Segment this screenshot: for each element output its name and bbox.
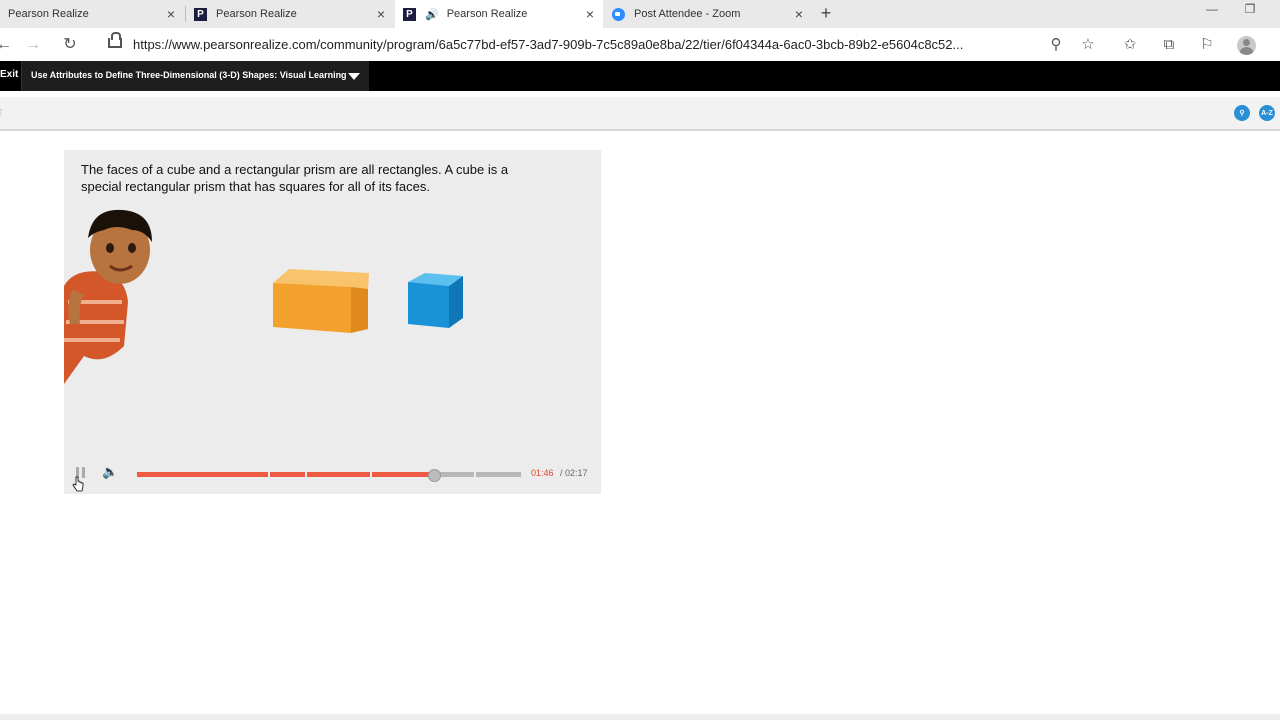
boy-character-image (64, 209, 152, 384)
zoom-magnifier-icon[interactable]: ⚲ (1046, 35, 1066, 55)
tab-label: Pearson Realize (8, 8, 89, 20)
video-player[interactable]: The faces of a cube and a rectangular pr… (64, 150, 601, 494)
back-icon[interactable]: ← (0, 35, 14, 55)
toolbar-left-icon[interactable]: ◐ (0, 103, 4, 119)
favorite-star-icon[interactable]: ☆ (1078, 35, 1098, 55)
seek-handle[interactable] (428, 469, 441, 482)
tab-label: Pearson Realize (216, 8, 297, 20)
feedback-icon[interactable]: ⚐ (1197, 35, 1217, 55)
browser-tab-strip: Pearson Realize × P Pearson Realize × P … (0, 0, 1280, 28)
lesson-bar: Exit Use Attributes to Define Three-Dime… (0, 61, 1280, 91)
seek-progress (137, 472, 434, 477)
profile-avatar[interactable] (1237, 36, 1256, 55)
minimize-window-icon[interactable]: — (1202, 2, 1222, 20)
pearson-logo-icon: P (403, 7, 416, 21)
tab-label: Pearson Realize (446, 8, 528, 20)
tab-zoom[interactable]: Post Attendee - Zoom × (604, 0, 812, 28)
new-tab-icon[interactable]: + (817, 4, 835, 22)
url-field[interactable]: https://www.pearsonrealize.com/community… (133, 37, 1035, 52)
address-bar: ← → ↻ https://www.pearsonrealize.com/com… (0, 28, 1280, 62)
search-tool-icon[interactable]: ⚲ (1234, 105, 1250, 121)
video-caption: The faces of a cube and a rectangular pr… (81, 162, 509, 194)
seek-bar[interactable] (137, 469, 521, 482)
exit-button[interactable]: Exit (0, 69, 18, 80)
reload-icon[interactable]: ↻ (60, 35, 80, 55)
glossary-az-icon[interactable]: A-Z (1259, 105, 1275, 121)
lock-icon[interactable] (108, 32, 122, 48)
lesson-title: Use Attributes to Define Three-Dimension… (31, 70, 347, 80)
chevron-down-icon (348, 73, 360, 80)
tab-pearson-realize-2[interactable]: P Pearson Realize × (186, 0, 394, 28)
collections-icon[interactable]: ⧉ (1159, 35, 1179, 55)
tab-pearson-realize-1[interactable]: Pearson Realize × (0, 0, 184, 28)
favorites-list-icon[interactable]: ✩ (1120, 35, 1140, 55)
cube-image (408, 273, 463, 328)
restore-window-icon[interactable]: ❐ (1240, 2, 1260, 20)
close-tab-icon[interactable]: × (374, 7, 388, 21)
lesson-title-dropdown[interactable]: Use Attributes to Define Three-Dimension… (22, 61, 369, 91)
zoom-logo-icon (612, 7, 625, 21)
tab-label: Post Attendee - Zoom (634, 8, 741, 20)
total-time: / 02:17 (560, 468, 588, 478)
video-controls: 🔈 01:46 / 02:17 (64, 462, 601, 494)
content-toolbar: ◐ ⚲ A-Z (0, 97, 1280, 131)
close-tab-icon[interactable]: × (164, 7, 178, 21)
tab-pearson-realize-active[interactable]: P 🔊 Pearson Realize × (395, 0, 603, 28)
mouse-cursor-icon (72, 476, 84, 492)
current-time: 01:46 (531, 468, 554, 478)
audio-playing-icon[interactable]: 🔊 (425, 8, 439, 21)
close-tab-icon[interactable]: × (792, 7, 806, 21)
volume-icon[interactable]: 🔈 (102, 464, 118, 480)
rectangular-prism-image (273, 269, 369, 333)
forward-icon[interactable]: → (23, 35, 43, 55)
close-tab-icon[interactable]: × (583, 7, 597, 21)
pearson-logo-icon: P (194, 7, 207, 21)
